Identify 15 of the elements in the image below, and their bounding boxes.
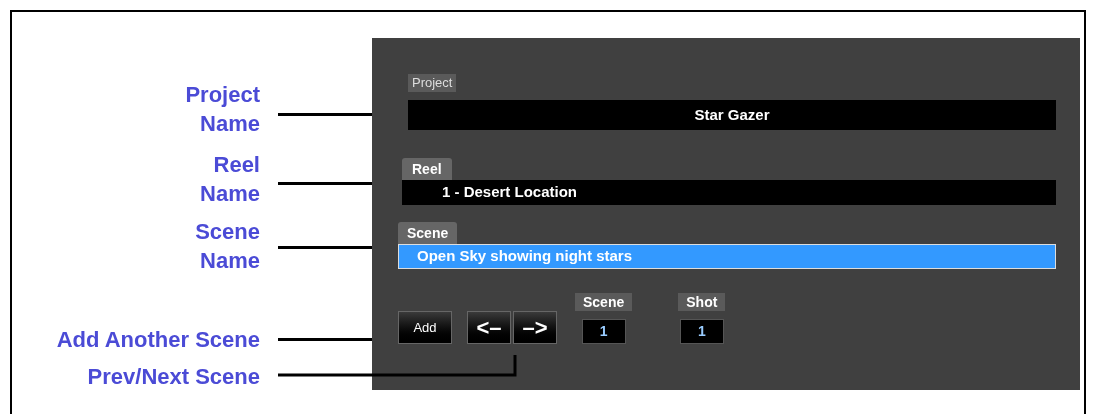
add-button[interactable]: Add (398, 311, 452, 344)
callout-label: Scene Name (194, 218, 260, 275)
callout-label: Prev/Next Scene (86, 363, 260, 391)
project-name-field[interactable]: Star Gazer (408, 100, 1056, 130)
callout-label: Project Name (184, 81, 260, 138)
counter-label: Shot (678, 293, 726, 311)
counter-field[interactable]: 1 (581, 319, 626, 344)
counter-field[interactable]: 1 (679, 319, 724, 344)
field-label: Project (408, 74, 457, 92)
previous-button[interactable]: <– (467, 311, 511, 344)
counter-label: Scene (575, 293, 633, 311)
callout-label: Reel Name (199, 151, 260, 208)
callout-label: Add Another Scene (55, 326, 260, 354)
next-button[interactable]: –> (513, 311, 557, 344)
reel-name-field[interactable]: 1 - Desert Location (402, 180, 1056, 205)
